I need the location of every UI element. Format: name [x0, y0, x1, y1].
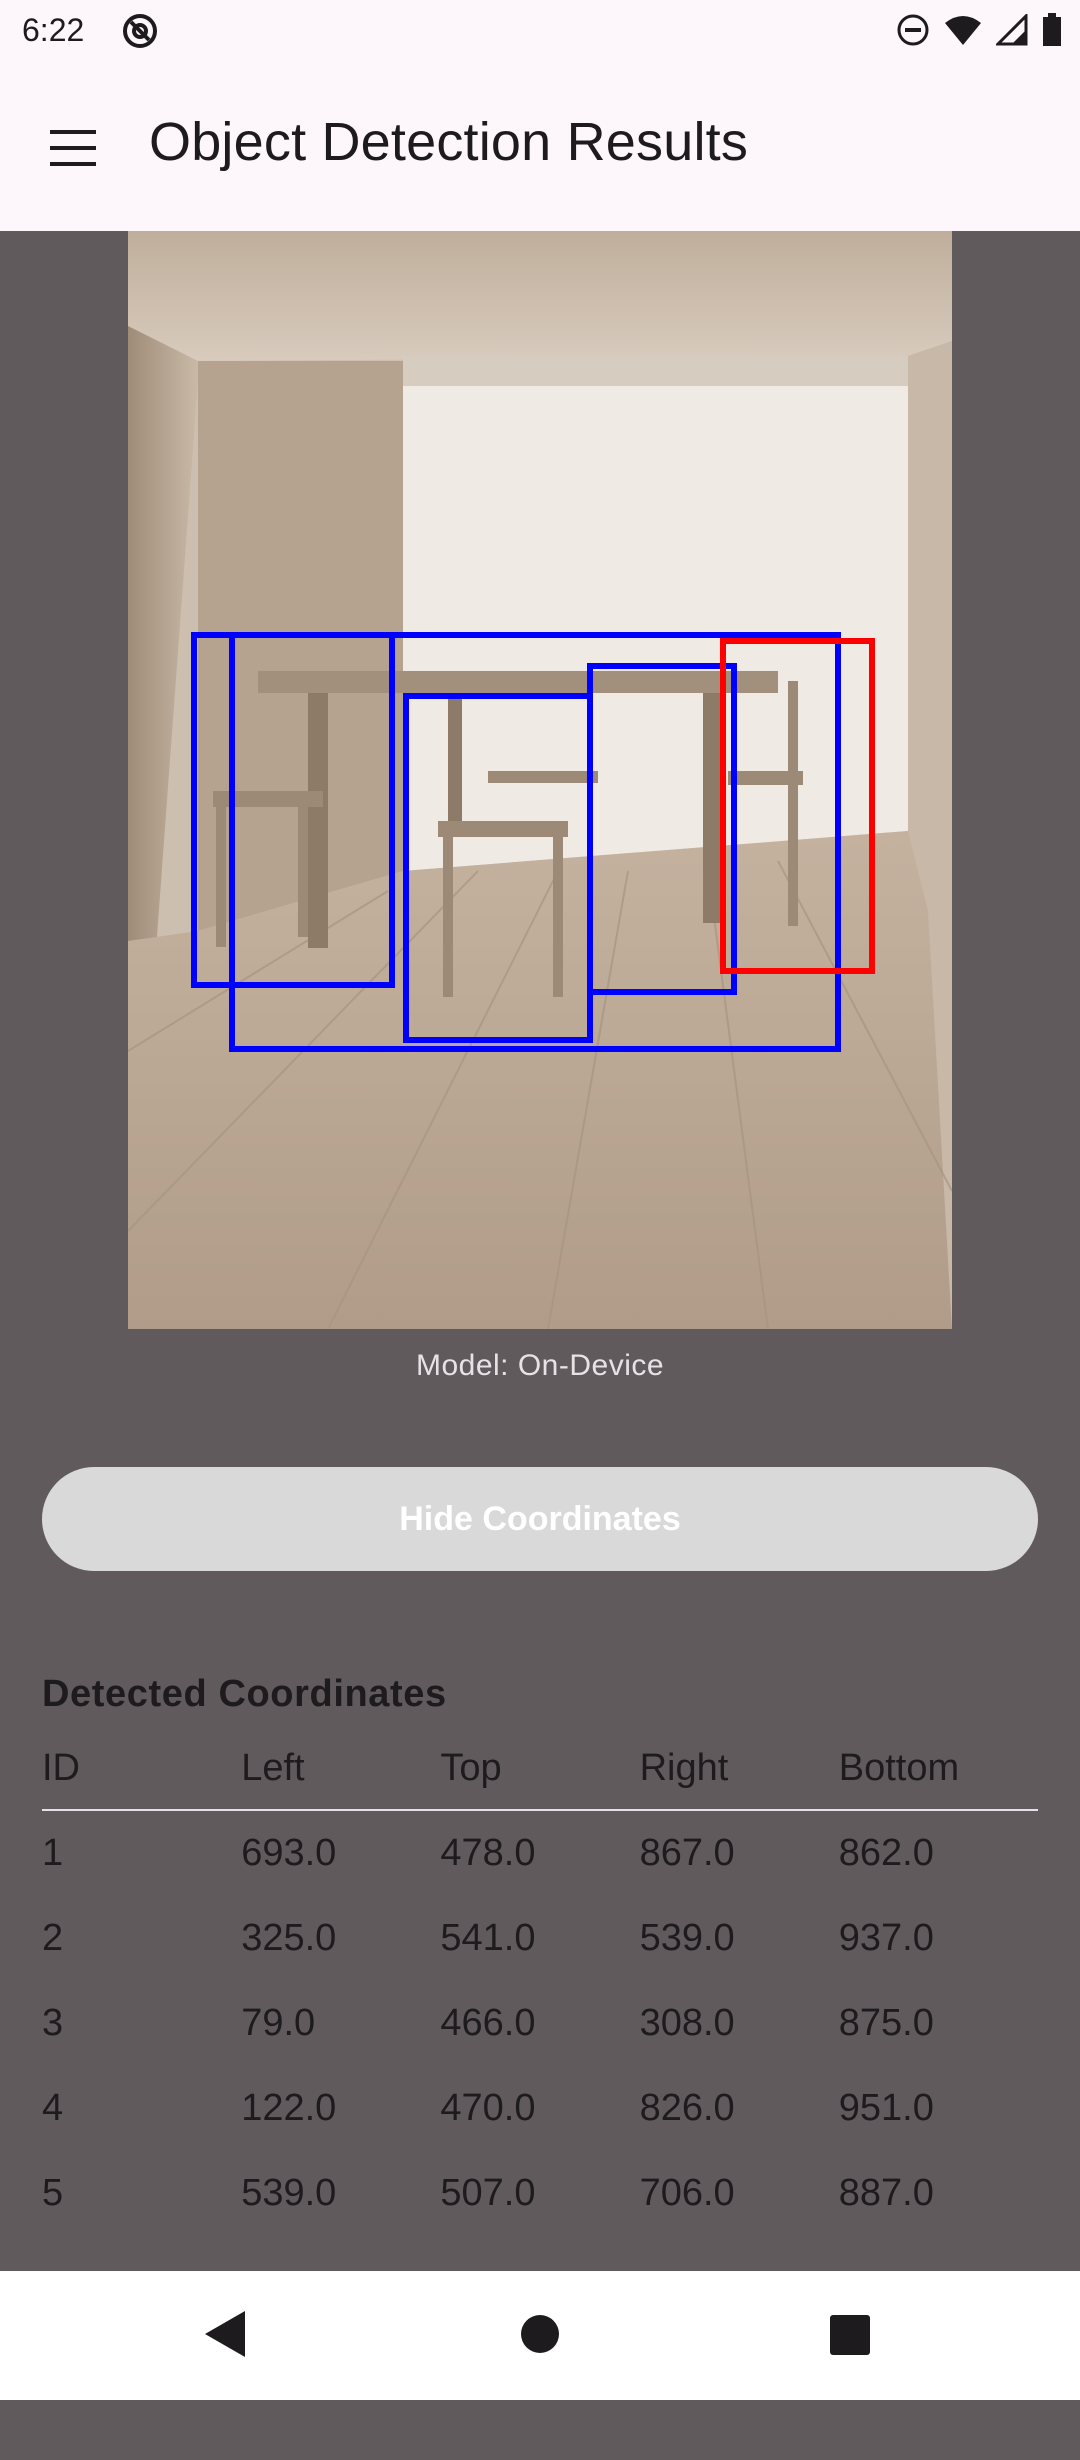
- cell-id: 1: [42, 1832, 64, 1874]
- section-title: Detected Coordinates: [42, 1673, 447, 1715]
- back-icon[interactable]: [203, 2309, 247, 2359]
- cell-top: 478.0: [440, 1832, 536, 1874]
- cell-top: 507.0: [440, 2172, 536, 2214]
- bounding-box-2: [403, 693, 593, 1043]
- hide-coordinates-button[interactable]: Hide Coordinates: [42, 1467, 1038, 1571]
- cell-id: 2: [42, 1917, 64, 1959]
- cell-bottom: 887.0: [838, 2172, 934, 2214]
- recents-icon[interactable]: [829, 2314, 871, 2356]
- cell-top: 470.0: [440, 2087, 536, 2129]
- detection-image: [128, 231, 952, 1329]
- model-label: Model: On-Device: [415, 1349, 665, 1382]
- table-row: 5 539.0 507.0 706.0 887.0: [42, 2151, 1038, 2236]
- home-icon[interactable]: [519, 2313, 561, 2355]
- cell-right: 308.0: [639, 2002, 735, 2044]
- column-header-top: Top: [440, 1747, 502, 1789]
- signal-icon: [996, 14, 1028, 46]
- main-content[interactable]: Model: On-Device Hide Coordinates Detect…: [0, 231, 1080, 2271]
- menu-icon[interactable]: [46, 126, 102, 170]
- status-time: 6:22: [22, 12, 85, 48]
- cell-left: 325.0: [241, 1917, 337, 1959]
- bounding-box-layer: [191, 632, 875, 1052]
- battery-icon: [1043, 13, 1061, 46]
- cell-left: 693.0: [241, 1832, 337, 1874]
- at-sign-icon: [123, 14, 157, 48]
- column-header-bottom: Bottom: [838, 1747, 960, 1789]
- coordinates-table: ID Left Top Right Bottom 1 693.0 478.0 8…: [42, 1747, 1038, 2236]
- column-header-right: Right: [639, 1747, 729, 1789]
- cell-bottom: 951.0: [838, 2087, 934, 2129]
- column-header-left: Left: [241, 1747, 305, 1789]
- column-header-id: ID: [42, 1747, 80, 1789]
- cell-right: 706.0: [639, 2172, 735, 2214]
- cell-id: 5: [42, 2172, 64, 2214]
- top-app-bar: Object Detection Results: [0, 63, 1080, 231]
- cell-right: 867.0: [639, 1832, 735, 1874]
- page-title: Object Detection Results: [149, 112, 749, 172]
- bounding-box-1: [720, 638, 875, 974]
- cell-bottom: 862.0: [838, 1832, 934, 1874]
- table-row: 3 79.0 466.0 308.0 875.0: [42, 1981, 1038, 2066]
- wifi-icon: [945, 16, 981, 45]
- cell-left: 539.0: [241, 2172, 337, 2214]
- cell-id: 4: [42, 2087, 64, 2129]
- system-nav-bar: [0, 2271, 1080, 2400]
- table-row: 1 693.0 478.0 867.0 862.0: [42, 1810, 1038, 1896]
- cell-bottom: 875.0: [838, 2002, 934, 2044]
- bounding-box-5: [587, 663, 737, 995]
- cell-bottom: 937.0: [838, 1917, 934, 1959]
- cell-right: 826.0: [639, 2087, 735, 2129]
- cell-top: 466.0: [440, 2002, 536, 2044]
- cell-id: 3: [42, 2002, 64, 2044]
- table-header-row: ID Left Top Right Bottom: [42, 1747, 1038, 1810]
- table-row: 2 325.0 541.0 539.0 937.0: [42, 1896, 1038, 1981]
- status-bar: 6:22: [0, 0, 1080, 63]
- cell-left: 122.0: [241, 2087, 337, 2129]
- cell-left: 79.0: [241, 2002, 316, 2044]
- cell-right: 539.0: [639, 1917, 735, 1959]
- do-not-disturb-icon: [897, 14, 929, 46]
- cell-top: 541.0: [440, 1917, 536, 1959]
- status-icons: [896, 13, 1062, 47]
- bounding-box-3: [191, 632, 395, 988]
- table-row: 4 122.0 470.0 826.0 951.0: [42, 2066, 1038, 2151]
